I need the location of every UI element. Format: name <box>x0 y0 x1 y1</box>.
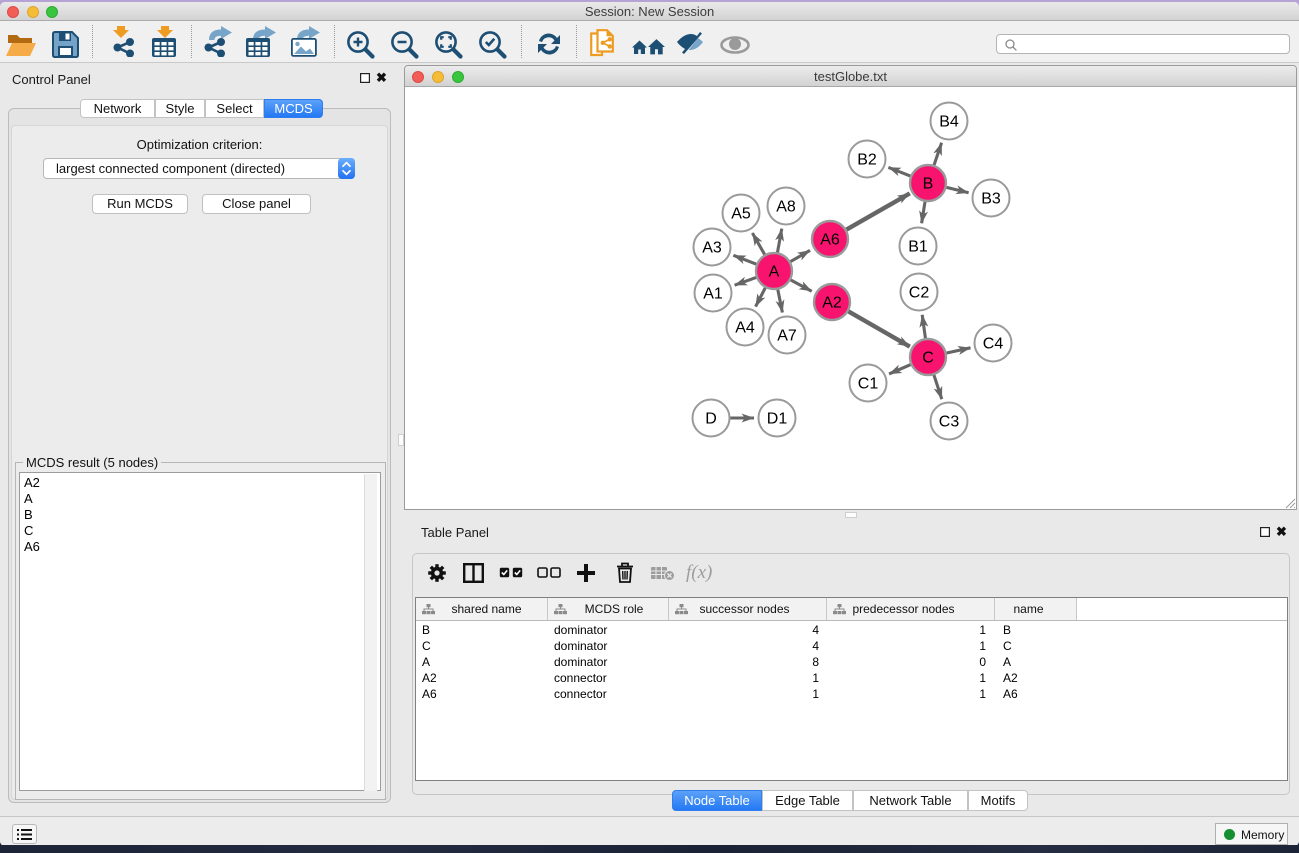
svg-text:B1: B1 <box>908 239 928 256</box>
svg-text:C: C <box>922 350 934 367</box>
svg-text:C3: C3 <box>939 414 960 431</box>
svg-text:B4: B4 <box>939 114 959 131</box>
svg-text:C1: C1 <box>858 376 879 393</box>
svg-text:A4: A4 <box>735 320 755 337</box>
svg-text:A7: A7 <box>777 328 797 345</box>
svg-text:B3: B3 <box>981 191 1001 208</box>
svg-text:A2: A2 <box>822 295 842 312</box>
svg-text:A8: A8 <box>776 199 796 216</box>
svg-text:D1: D1 <box>767 411 788 428</box>
svg-text:A6: A6 <box>820 232 840 249</box>
svg-text:C4: C4 <box>983 336 1004 353</box>
svg-text:C2: C2 <box>909 285 930 302</box>
svg-text:A3: A3 <box>702 240 722 257</box>
svg-text:B: B <box>923 176 934 193</box>
svg-text:B2: B2 <box>857 152 877 169</box>
svg-text:A: A <box>769 264 780 281</box>
svg-text:A1: A1 <box>703 286 723 303</box>
svg-text:A5: A5 <box>731 206 751 223</box>
svg-text:D: D <box>705 411 717 428</box>
